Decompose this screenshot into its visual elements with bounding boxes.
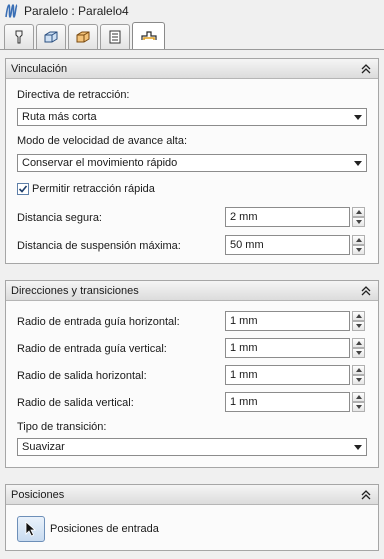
title-bar: Paralelo : Paralelo4 <box>0 0 384 22</box>
lead-in-horizontal-spinner: 1 mm <box>225 311 365 331</box>
safe-distance-spinner: 2 mm <box>225 207 365 227</box>
entry-positions-button[interactable] <box>17 516 45 542</box>
lead-out-horizontal-spinner: 1 mm <box>225 365 365 385</box>
lead-in-horizontal-label: Radio de entrada guía horizontal: <box>17 316 180 328</box>
arrow-up-icon <box>355 210 362 214</box>
heights-icon <box>109 30 121 44</box>
collapse-chevron-icon[interactable] <box>357 60 375 78</box>
linking-icon <box>140 31 157 40</box>
panel-title: Posiciones <box>11 488 65 501</box>
decrement-button[interactable] <box>352 321 365 331</box>
cursor-arrow-icon <box>25 521 37 537</box>
positions-panel: Posiciones Posiciones de entrada <box>5 484 379 551</box>
leads-panel: Direcciones y transiciones Radio de entr… <box>5 280 379 468</box>
stock-box-icon <box>44 31 58 43</box>
lead-out-vertical-label: Radio de salida vertical: <box>17 397 134 409</box>
window-title: Paralelo : Paralelo4 <box>24 4 129 18</box>
collapse-chevron-icon[interactable] <box>357 486 375 504</box>
transition-type-dropdown[interactable]: Suavizar <box>17 438 367 456</box>
retract-policy-label: Directiva de retracción: <box>17 89 130 101</box>
arrow-up-icon <box>355 238 362 242</box>
arrow-up-icon <box>355 314 362 318</box>
quick-retract-label: Permitir retracción rápida <box>32 183 155 195</box>
leads-panel-header[interactable]: Direcciones y transiciones <box>6 281 378 301</box>
retract-policy-value: Ruta más corta <box>22 111 97 123</box>
high-feed-mode-label: Modo de velocidad de avance alta: <box>17 135 188 147</box>
positions-panel-header[interactable]: Posiciones <box>6 485 378 505</box>
chevron-down-icon <box>354 445 362 450</box>
high-feed-mode-value: Conservar el movimiento rápido <box>22 157 178 169</box>
arrow-up-icon <box>355 368 362 372</box>
checkmark-icon <box>18 185 28 193</box>
increment-button[interactable] <box>352 235 365 245</box>
decrement-button[interactable] <box>352 245 365 255</box>
lead-in-vertical-spinner: 1 mm <box>225 338 365 358</box>
quick-retract-row[interactable]: Permitir retracción rápida <box>17 183 155 195</box>
lead-out-vertical-spinner: 1 mm <box>225 392 365 412</box>
parallel-toolpath-icon <box>5 4 18 18</box>
arrow-down-icon <box>355 324 362 328</box>
lead-out-vertical-input[interactable]: 1 mm <box>225 392 350 412</box>
tab-strip <box>4 22 165 49</box>
chevron-down-icon <box>354 161 362 166</box>
quick-retract-checkbox[interactable] <box>17 183 29 195</box>
tab-stock[interactable] <box>36 24 66 49</box>
increment-button[interactable] <box>352 207 365 217</box>
properties-area: Vinculación Directiva de retracción: Rut… <box>0 49 384 559</box>
arrow-up-icon <box>355 341 362 345</box>
collapse-chevron-icon[interactable] <box>357 282 375 300</box>
tab-geometry[interactable] <box>68 24 98 49</box>
lead-in-vertical-label: Radio de entrada guía vertical: <box>17 343 167 355</box>
panel-title: Vinculación <box>11 62 68 75</box>
arrow-up-icon <box>355 395 362 399</box>
panel-title: Direcciones y transiciones <box>11 284 139 297</box>
decrement-button[interactable] <box>352 348 365 358</box>
arrow-down-icon <box>355 220 362 224</box>
increment-button[interactable] <box>352 392 365 402</box>
entry-positions-label: Posiciones de entrada <box>50 523 159 535</box>
lead-in-vertical-input[interactable]: 1 mm <box>225 338 350 358</box>
tab-linking[interactable] <box>132 22 165 49</box>
tool-icon <box>15 30 23 44</box>
safe-distance-input[interactable]: 2 mm <box>225 207 350 227</box>
decrement-button[interactable] <box>352 217 365 227</box>
decrement-button[interactable] <box>352 375 365 385</box>
max-stay-down-input[interactable]: 50 mm <box>225 235 350 255</box>
arrow-down-icon <box>355 351 362 355</box>
arrow-down-icon <box>355 405 362 409</box>
increment-button[interactable] <box>352 365 365 375</box>
tab-tool[interactable] <box>4 24 34 49</box>
safe-distance-label: Distancia segura: <box>17 212 102 224</box>
geometry-box-icon <box>76 31 90 43</box>
decrement-button[interactable] <box>352 402 365 412</box>
arrow-down-icon <box>355 378 362 382</box>
max-stay-down-label: Distancia de suspensión máxima: <box>17 240 181 252</box>
lead-out-horizontal-label: Radio de salida horizontal: <box>17 370 147 382</box>
high-feed-mode-dropdown[interactable]: Conservar el movimiento rápido <box>17 154 367 172</box>
tab-heights[interactable] <box>100 24 130 49</box>
arrow-down-icon <box>355 248 362 252</box>
transition-type-value: Suavizar <box>22 441 65 453</box>
lead-out-horizontal-input[interactable]: 1 mm <box>225 365 350 385</box>
chevron-down-icon <box>354 115 362 120</box>
max-stay-down-spinner: 50 mm <box>225 235 365 255</box>
increment-button[interactable] <box>352 311 365 321</box>
lead-in-horizontal-input[interactable]: 1 mm <box>225 311 350 331</box>
linking-panel: Vinculación Directiva de retracción: Rut… <box>5 58 379 264</box>
retract-policy-dropdown[interactable]: Ruta más corta <box>17 108 367 126</box>
linking-panel-header[interactable]: Vinculación <box>6 59 378 79</box>
transition-type-label: Tipo de transición: <box>17 421 107 433</box>
increment-button[interactable] <box>352 338 365 348</box>
